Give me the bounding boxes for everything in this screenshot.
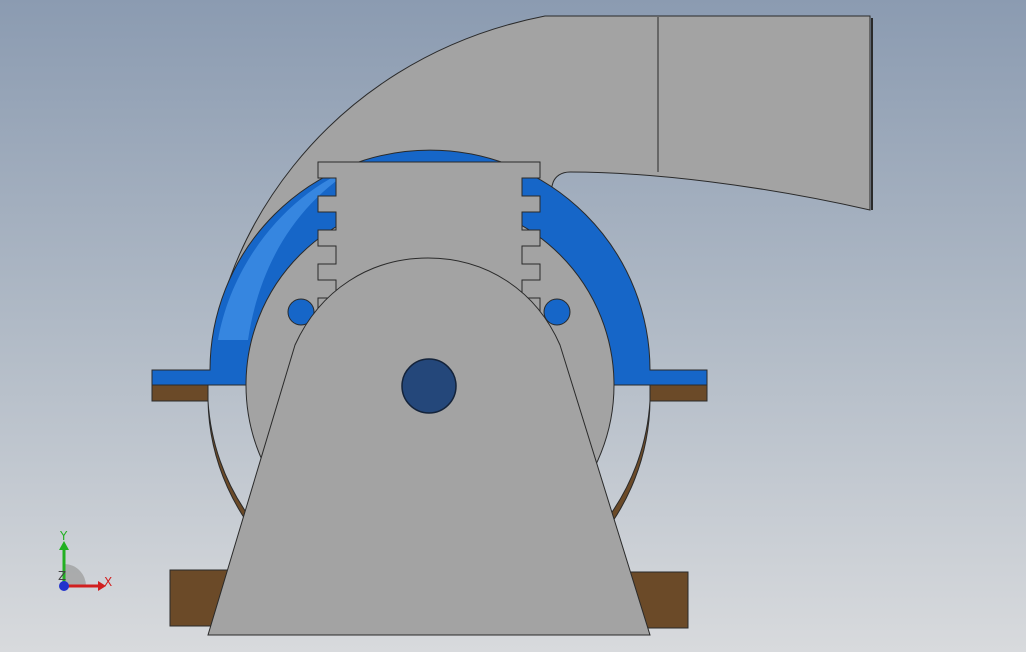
x-axis-label: X: [104, 575, 112, 589]
shaft-end: [401, 358, 457, 414]
bolt-hole-right: [543, 298, 571, 326]
pump-model[interactable]: [0, 0, 1026, 652]
orientation-triad: X Y Z: [58, 529, 112, 591]
y-axis-label: Y: [59, 529, 68, 543]
graphics-viewport[interactable]: X Y Z: [0, 0, 1026, 652]
z-axis-label: Z: [58, 569, 66, 583]
